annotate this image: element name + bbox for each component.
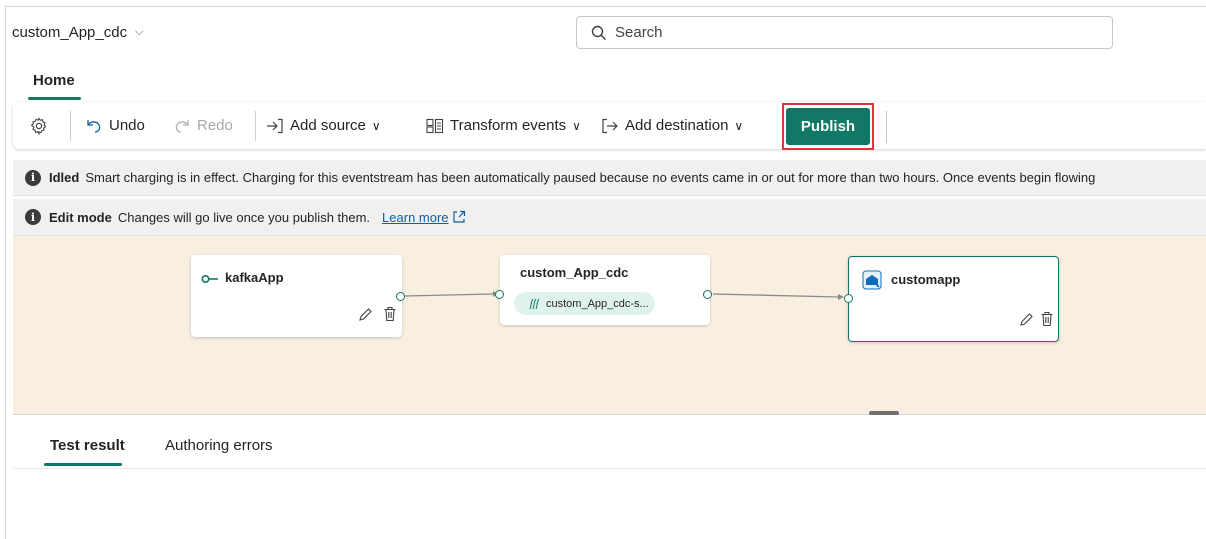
source-icon	[201, 274, 218, 284]
search-icon	[591, 25, 606, 40]
panel-divider	[13, 414, 1206, 415]
toolbar-separator	[886, 111, 887, 143]
source-node-kafkaapp[interactable]: kafkaApp	[191, 255, 402, 337]
pencil-icon[interactable]	[1019, 312, 1034, 327]
transform-events-label: Transform events	[450, 117, 567, 134]
tab-test-result-indicator	[44, 463, 122, 466]
app-title: custom_App_cdc	[12, 24, 128, 41]
add-destination-label: Add destination	[625, 117, 729, 134]
source-to-stream-connector	[404, 293, 494, 297]
delete-icon[interactable]	[1040, 311, 1054, 327]
source-node-title: kafkaApp	[225, 270, 284, 285]
tab-home[interactable]: Home	[33, 72, 75, 89]
stream-input-port[interactable]	[495, 290, 504, 299]
toolbar: Undo Redo Add source ∨ Transform events …	[13, 102, 1206, 149]
chevron-down-icon: ∨	[572, 118, 581, 133]
destination-input-port[interactable]	[844, 294, 853, 303]
toolbar-separator	[255, 111, 256, 141]
publish-button[interactable]: Publish	[786, 108, 870, 145]
transform-events-button[interactable]: Transform events ∨	[426, 102, 581, 149]
undo-icon	[87, 119, 101, 133]
external-link-icon	[452, 210, 465, 223]
stream-node-custom-app-cdc[interactable]: custom_App_cdc custom_App_cdc-s...	[500, 255, 710, 325]
stream-output-port[interactable]	[703, 290, 712, 299]
toolbar-separator	[70, 111, 71, 141]
undo-button[interactable]: Undo	[85, 102, 145, 149]
learn-more-link[interactable]: Learn more	[382, 210, 448, 225]
workspace-item-selector[interactable]: custom_App_cdc ⌵	[12, 24, 143, 41]
chevron-down-icon: ⌵	[135, 26, 144, 38]
delete-icon[interactable]	[383, 306, 397, 322]
info-icon: i	[25, 169, 41, 186]
edit-mode-notice: i Edit mode Changes will go live once yo…	[13, 199, 1206, 236]
redo-button[interactable]: Redo	[173, 102, 233, 149]
custom-app-icon	[862, 270, 882, 290]
stream-node-title: custom_App_cdc	[520, 265, 629, 280]
gear-icon	[30, 116, 47, 135]
add-source-label: Add source	[290, 117, 366, 134]
add-source-icon	[267, 118, 283, 133]
idled-text: Smart charging is in effect. Charging fo…	[85, 170, 1096, 185]
learn-more-label: Learn more	[382, 209, 449, 225]
redo-icon	[175, 119, 189, 133]
add-destination-icon	[602, 118, 618, 133]
tab-authoring-errors[interactable]: Authoring errors	[165, 437, 273, 454]
destination-node-customapp[interactable]: customapp	[848, 256, 1059, 342]
tabs-divider	[13, 468, 1206, 469]
stream-pill-label: custom_App_cdc-s...	[546, 297, 649, 310]
stream-pill[interactable]: custom_App_cdc-s...	[514, 292, 655, 315]
stream-to-destination-connector	[712, 293, 840, 298]
idled-notice: i Idled Smart charging is in effect. Cha…	[13, 160, 1206, 196]
add-destination-button[interactable]: Add destination ∨	[601, 102, 743, 149]
add-source-button[interactable]: Add source ∨	[266, 102, 381, 149]
idled-title: Idled	[49, 170, 80, 185]
destination-node-title: customapp	[891, 272, 961, 287]
redo-label: Redo	[197, 117, 233, 134]
edit-mode-text: Changes will go live once you publish th…	[117, 209, 371, 225]
undo-label: Undo	[109, 117, 145, 134]
info-icon: i	[25, 209, 41, 225]
transform-icon	[426, 118, 444, 133]
source-output-port[interactable]	[396, 292, 405, 301]
chevron-down-icon: ∨	[734, 118, 744, 133]
edit-mode-title: Edit mode	[49, 209, 112, 225]
eventstream-canvas: kafkaApp custom_App_cdc custom_App_cdc-s…	[13, 236, 1206, 414]
tab-home-indicator	[28, 97, 81, 100]
tab-test-result[interactable]: Test result	[50, 437, 125, 454]
search-placeholder: Search	[615, 24, 663, 41]
search-input[interactable]: Search	[576, 16, 1113, 49]
resize-handle[interactable]	[869, 411, 899, 415]
chevron-down-icon: ∨	[371, 118, 381, 133]
settings-button[interactable]	[30, 102, 48, 149]
pencil-icon[interactable]	[358, 307, 373, 322]
stream-icon	[529, 298, 540, 309]
